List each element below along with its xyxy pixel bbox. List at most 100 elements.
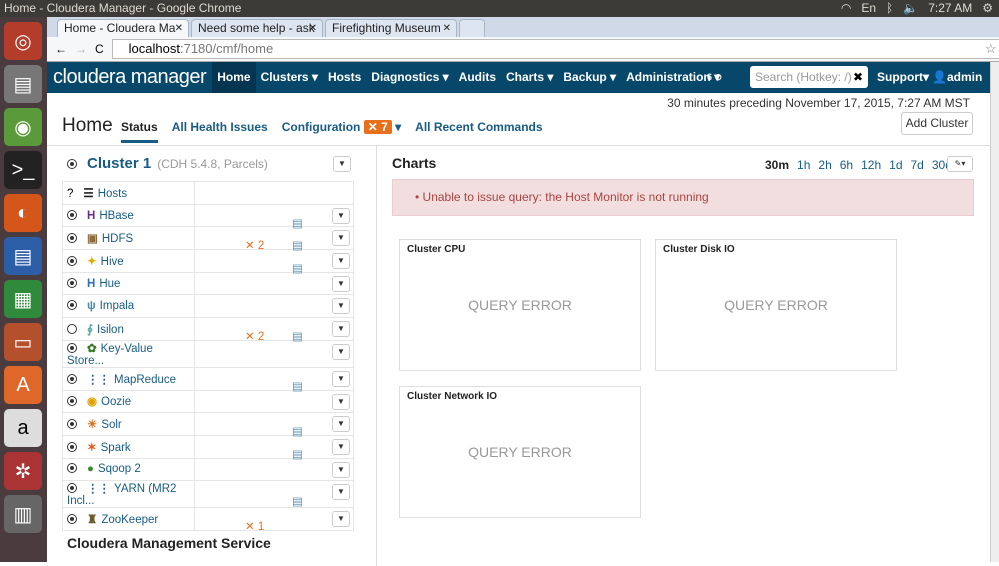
amazon-icon[interactable]: a xyxy=(4,409,42,447)
bluetooth-icon[interactable]: ᛒ xyxy=(886,0,893,17)
service-actions-dropdown[interactable]: ▼ xyxy=(332,275,350,292)
settings-gear-icon[interactable]: ⚙ xyxy=(982,0,993,17)
service-actions-dropdown[interactable]: ▼ xyxy=(332,484,350,501)
service-link[interactable]: Isilon xyxy=(97,324,124,336)
browser-tab[interactable]: Firefighting Museum ✕ xyxy=(325,19,457,37)
close-tab-icon[interactable]: ✕ xyxy=(309,20,317,37)
service-actions-dropdown[interactable]: ▼ xyxy=(332,298,350,315)
url-bar[interactable]: localhost:7180/cmf/home ☆ xyxy=(111,39,999,59)
service-link[interactable]: Hosts xyxy=(98,188,127,200)
reload-icon[interactable]: C xyxy=(95,42,104,56)
back-icon[interactable]: ← xyxy=(55,42,67,56)
new-tab-button[interactable] xyxy=(459,19,485,37)
edit-charts-dropdown[interactable]: ✎▾ xyxy=(947,156,973,172)
wifi-icon[interactable]: ◠ xyxy=(841,0,851,17)
service-actions-dropdown[interactable]: ▼ xyxy=(332,416,350,433)
browser-tab[interactable]: Home - Cloudera Ma ✕ xyxy=(57,19,189,37)
chart-cluster-cpu[interactable]: Cluster CPU QUERY ERROR xyxy=(399,239,641,371)
terminal-icon[interactable]: >_ xyxy=(4,151,42,189)
chart-cluster-disk-io[interactable]: Cluster Disk IO QUERY ERROR xyxy=(655,239,897,371)
clear-search-icon[interactable]: ✖ xyxy=(853,66,863,88)
service-actions-dropdown[interactable]: ▼ xyxy=(332,207,350,224)
service-actions-dropdown[interactable]: ▼ xyxy=(332,438,350,455)
service-link[interactable]: HDFS xyxy=(102,233,133,245)
service-actions-dropdown[interactable]: ▼ xyxy=(332,393,350,410)
keyboard-lang[interactable]: En xyxy=(861,0,876,17)
logo[interactable]: cloudera manager xyxy=(47,66,212,89)
page-scrollbar[interactable] xyxy=(990,62,999,562)
close-tab-icon[interactable]: ✕ xyxy=(443,20,451,37)
nav-support[interactable]: Support▾ xyxy=(872,62,934,93)
service-link[interactable]: HBase xyxy=(99,210,134,222)
service-actions-dropdown[interactable]: ▼ xyxy=(332,370,350,387)
service-link[interactable]: Spark xyxy=(101,442,131,454)
nav-user[interactable]: 👤admin ▾ xyxy=(927,62,990,115)
browser-tab[interactable]: Need some help - ask ✕ xyxy=(191,19,323,37)
nav-backup[interactable]: Backup ▾ xyxy=(558,62,621,93)
nav-diagnostics[interactable]: Diagnostics ▾ xyxy=(366,62,453,93)
service-link[interactable]: Solr xyxy=(101,419,121,431)
calc-icon[interactable]: ▦ xyxy=(4,280,42,318)
service-row: ? ☰ Hosts xyxy=(62,181,354,205)
search-input[interactable]: Search (Hotkey: /) ✖ xyxy=(750,66,868,88)
close-tab-icon[interactable]: ✕ xyxy=(175,20,183,37)
status-icon xyxy=(67,463,77,474)
cluster-name[interactable]: Cluster 1 xyxy=(87,155,151,172)
nav-audits[interactable]: Audits xyxy=(454,62,501,93)
chart-cluster-network-io[interactable]: Cluster Network IO QUERY ERROR xyxy=(399,386,641,518)
service-row: ☀ Solr ▤ ▼ xyxy=(62,412,354,438)
tab-recent-commands[interactable]: All Recent Commands xyxy=(415,120,542,143)
range-1d[interactable]: 1d xyxy=(889,158,902,172)
files-icon[interactable]: ▤ xyxy=(4,65,42,103)
cluster-actions-dropdown[interactable]: ▼ xyxy=(333,156,351,172)
service-link[interactable]: Hue xyxy=(99,278,120,290)
forward-icon[interactable]: → xyxy=(75,42,87,56)
service-link[interactable]: YARN (MR2 Incl... xyxy=(67,483,176,507)
service-link[interactable]: ZooKeeper xyxy=(101,514,158,526)
service-link[interactable]: MapReduce xyxy=(114,374,176,386)
range-1h[interactable]: 1h xyxy=(797,158,810,172)
bookmark-star-icon[interactable]: ☆ xyxy=(985,40,997,58)
chrome-icon[interactable]: ◉ xyxy=(4,108,42,146)
impress-icon[interactable]: ▭ xyxy=(4,323,42,361)
management-service-title[interactable]: Cloudera Management Service xyxy=(67,535,271,551)
service-actions-dropdown[interactable]: ▼ xyxy=(332,230,350,247)
add-cluster-button[interactable]: Add Cluster xyxy=(901,112,973,135)
service-actions-dropdown[interactable]: ▼ xyxy=(332,511,350,528)
service-link[interactable]: Key-Value Store... xyxy=(67,343,153,367)
nav-hosts[interactable]: Hosts xyxy=(323,62,366,93)
oozie-icon: ◉ xyxy=(87,396,98,409)
services-table: ? ☰ Hosts H HBase ▤ ▼ ▣ HDFS ✕ 2 ▤ ▼ ✦ Hive ▤ ▼ H Hue ▼ ψ Im… xyxy=(62,181,354,533)
service-link[interactable]: Hive xyxy=(101,256,124,268)
service-actions-dropdown[interactable]: ▼ xyxy=(332,343,350,360)
divider xyxy=(376,146,377,566)
volume-icon[interactable]: 🔈 xyxy=(903,0,918,17)
tab-configuration[interactable]: Configuration ✕ 7 ▾ xyxy=(282,120,401,143)
range-7d[interactable]: 7d xyxy=(911,158,924,172)
tab-status[interactable]: Status xyxy=(121,120,158,143)
range-2h[interactable]: 2h xyxy=(818,158,831,172)
config-issues[interactable]: ✕ 1 xyxy=(245,519,264,533)
firefox-icon[interactable]: ◐ xyxy=(4,194,42,232)
range-12h[interactable]: 12h xyxy=(861,158,881,172)
software-center-icon[interactable]: A xyxy=(4,366,42,404)
service-actions-dropdown[interactable]: ▼ xyxy=(332,321,350,338)
stale-config-icon[interactable]: ▤ xyxy=(292,494,303,508)
nav-clusters[interactable]: Clusters ▾ xyxy=(256,62,323,93)
range-30m[interactable]: 30m xyxy=(765,158,789,172)
service-link[interactable]: Sqoop 2 xyxy=(98,463,141,475)
service-link[interactable]: Oozie xyxy=(101,396,131,408)
nav-charts[interactable]: Charts ▾ xyxy=(501,62,558,93)
tab-health-issues[interactable]: All Health Issues xyxy=(172,120,268,143)
workspaces-icon[interactable]: ▥ xyxy=(4,495,42,533)
system-settings-icon[interactable]: ✲ xyxy=(4,452,42,490)
notifications-badge[interactable]: 6 ⊙ xyxy=(707,72,722,83)
writer-icon[interactable]: ▤ xyxy=(4,237,42,275)
nav-home[interactable]: Home xyxy=(212,62,256,93)
ubuntu-dash-icon[interactable]: ◎ xyxy=(4,22,42,60)
clock[interactable]: 7:27 AM xyxy=(928,0,972,17)
service-link[interactable]: Impala xyxy=(100,300,135,312)
service-actions-dropdown[interactable]: ▼ xyxy=(332,253,350,270)
service-actions-dropdown[interactable]: ▼ xyxy=(332,461,350,478)
range-6h[interactable]: 6h xyxy=(840,158,853,172)
